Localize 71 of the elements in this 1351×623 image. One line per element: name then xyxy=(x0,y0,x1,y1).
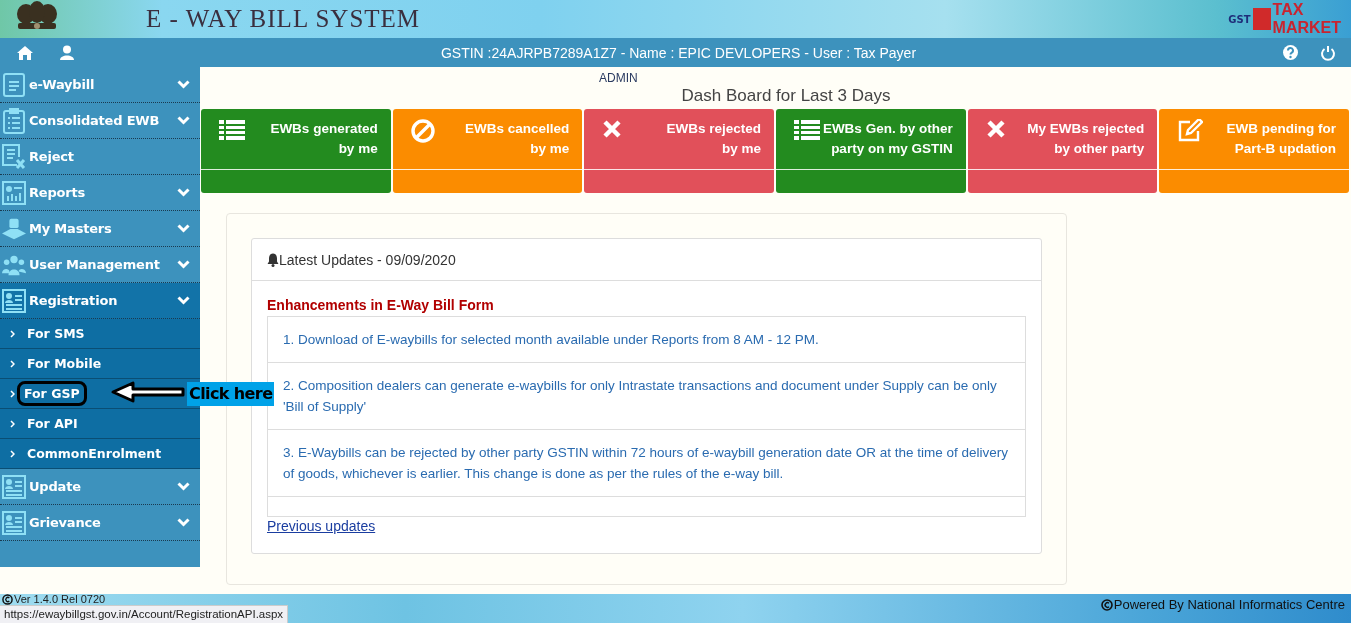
version-text: Ver 1.4.0 Rel 0720 xyxy=(14,594,106,605)
id-card-icon xyxy=(2,288,26,313)
app-title: E - WAY BILL SYSTEM xyxy=(146,5,421,33)
chevron-down-icon xyxy=(177,260,190,269)
chevron-right-icon xyxy=(10,389,15,398)
copyright-icon xyxy=(2,594,13,605)
card-title: EWBs cancelled by me xyxy=(464,120,570,158)
card-title: EWB pending for Part-B updation xyxy=(1225,120,1336,158)
users-icon xyxy=(2,253,26,276)
summary-card[interactable]: EWB pending for Part-B updation xyxy=(1159,109,1349,193)
document-icon xyxy=(3,72,25,97)
bell-icon xyxy=(267,252,279,267)
chevron-right-icon xyxy=(10,359,15,368)
logo-text: MARKET xyxy=(1272,19,1341,37)
copyright-icon xyxy=(1100,598,1113,611)
submenu-link[interactable]: For API xyxy=(23,414,82,433)
sidebar-item[interactable]: e-Waybill xyxy=(0,67,200,103)
status-url: https://ewaybillgst.gov.in/Account/RegistrationAPI.aspx xyxy=(0,605,289,623)
sidebar-item[interactable]: Update xyxy=(0,469,200,505)
chevron-down-icon xyxy=(177,224,190,233)
close-icon xyxy=(985,119,1006,139)
sidebar-item[interactable]: Reject xyxy=(0,139,200,175)
report-icon xyxy=(2,180,26,205)
prohibited-icon xyxy=(410,119,435,143)
chevron-down-icon xyxy=(177,188,190,197)
dashboard-heading: Dash Board for Last 3 Days xyxy=(680,86,892,106)
summary-card[interactable]: My EWBs rejected by other party xyxy=(967,109,1158,193)
sidebar-item[interactable]: Registration xyxy=(0,283,200,319)
summary-card[interactable]: EWBs cancelled by me xyxy=(392,109,583,193)
clipboard-icon xyxy=(3,107,25,134)
card-title: EWBs generated by me xyxy=(269,120,378,158)
sidebar-item[interactable]: Consolidated EWB xyxy=(0,103,200,139)
summary-card[interactable]: EWBs Gen. by other party on my GSTIN xyxy=(776,109,966,193)
close-icon xyxy=(602,119,623,139)
logo-text: GST xyxy=(1228,13,1251,25)
list-icon xyxy=(794,119,820,141)
previous-updates-link[interactable]: Previous updates xyxy=(267,518,376,534)
callout-label: Click here xyxy=(187,382,275,406)
sidebar-item[interactable]: Grievance xyxy=(0,505,200,541)
card-title: EWBs rejected by me xyxy=(665,120,761,158)
chevron-down-icon xyxy=(177,482,190,491)
chevron-down-icon xyxy=(177,296,190,305)
card-title: My EWBs rejected by other party xyxy=(1026,120,1145,158)
summary-card[interactable]: EWBs generated by me xyxy=(201,109,391,193)
logo-text: TAX xyxy=(1272,1,1305,19)
panel-title: Latest Updates - 09/09/2020 xyxy=(279,251,456,268)
arrow-icon xyxy=(111,381,185,403)
edit-icon xyxy=(1177,119,1204,143)
credit-text: Powered By National Informatics Centre xyxy=(1113,597,1345,612)
logo-mark xyxy=(1252,8,1271,30)
chevron-down-icon xyxy=(177,116,190,125)
id-card-icon xyxy=(2,510,26,535)
sidebar-item[interactable]: Reports xyxy=(0,175,200,211)
summary-card[interactable]: EWBs rejected by me xyxy=(584,109,774,193)
chevron-right-icon xyxy=(10,329,15,338)
chevron-down-icon xyxy=(177,80,190,89)
update-item: 1. Download of E-waybills for selected month available under Reports from 8 AM - 12 PM. xyxy=(268,317,1025,363)
list-icon xyxy=(219,119,245,141)
id-card-icon xyxy=(2,474,26,499)
update-item: 3. E-Waybills can be rejected by other party GSTIN within 72 hours of e-waybill generation date OR at the time of delivery of goods, whichever is earlier. This change is done as per the rules of the e-way bill. xyxy=(268,430,1025,497)
role-label: ADMIN xyxy=(599,71,638,85)
chevron-right-icon xyxy=(10,419,15,428)
chevron-down-icon xyxy=(177,518,190,527)
chevron-right-icon xyxy=(10,449,15,458)
card-title: EWBs Gen. by other party on my GSTIN xyxy=(821,120,953,158)
section-heading: Enhancements in E-Way Bill Form xyxy=(267,297,495,313)
sidebar-item[interactable]: My Masters xyxy=(0,211,200,247)
submenu-link[interactable]: For GSP xyxy=(17,381,87,406)
user-info: GSTIN :24AJRPB7289A1Z7 - Name : EPIC DEVLOPERS - User : Tax Payer xyxy=(439,44,918,61)
stamp-icon xyxy=(2,217,26,240)
document-cross-icon xyxy=(2,143,26,170)
